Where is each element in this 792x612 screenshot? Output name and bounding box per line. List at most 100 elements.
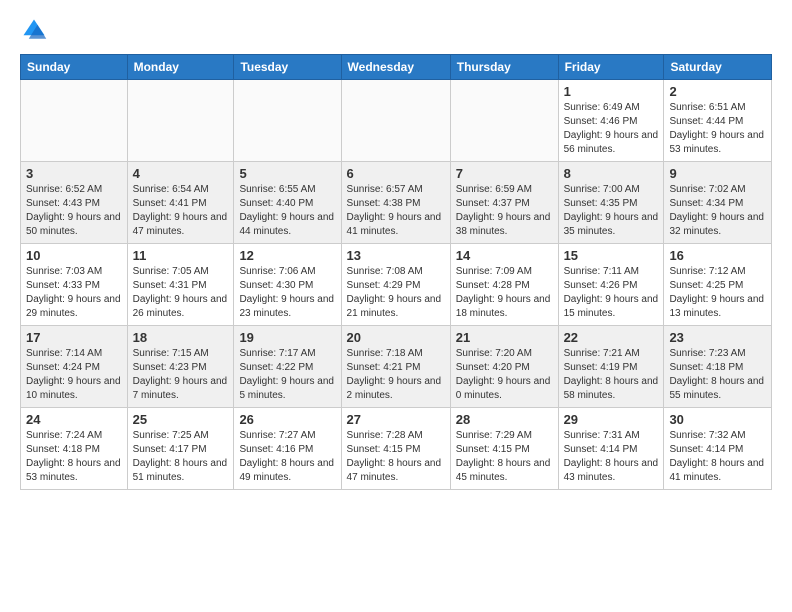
calendar-cell <box>21 80 128 162</box>
day-info: Sunrise: 7:17 AM Sunset: 4:22 PM Dayligh… <box>239 347 335 403</box>
day-info: Sunrise: 7:09 AM Sunset: 4:28 PM Dayligh… <box>456 265 553 321</box>
calendar-cell <box>234 80 341 162</box>
calendar-week-1: 1 Sunrise: 6:49 AM Sunset: 4:46 PM Daylig… <box>21 80 772 162</box>
day-info: Sunrise: 7:23 AM Sunset: 4:18 PM Dayligh… <box>669 347 766 403</box>
day-number: 7 <box>456 166 553 181</box>
day-number: 18 <box>133 330 229 345</box>
day-info: Sunrise: 6:54 AM Sunset: 4:41 PM Dayligh… <box>133 183 229 239</box>
calendar-cell: 22 Sunrise: 7:21 AM Sunset: 4:19 PM Dayli… <box>558 326 664 408</box>
day-info: Sunrise: 7:27 AM Sunset: 4:16 PM Dayligh… <box>239 429 335 485</box>
calendar-cell: 4 Sunrise: 6:54 AM Sunset: 4:41 PM Daylig… <box>127 162 234 244</box>
day-info: Sunrise: 7:28 AM Sunset: 4:15 PM Dayligh… <box>347 429 445 485</box>
calendar-cell: 27 Sunrise: 7:28 AM Sunset: 4:15 PM Dayli… <box>341 408 450 490</box>
calendar-cell: 23 Sunrise: 7:23 AM Sunset: 4:18 PM Dayli… <box>664 326 772 408</box>
day-number: 30 <box>669 412 766 427</box>
day-info: Sunrise: 7:14 AM Sunset: 4:24 PM Dayligh… <box>26 347 122 403</box>
calendar-cell: 29 Sunrise: 7:31 AM Sunset: 4:14 PM Dayli… <box>558 408 664 490</box>
day-info: Sunrise: 7:21 AM Sunset: 4:19 PM Dayligh… <box>564 347 659 403</box>
calendar-cell <box>127 80 234 162</box>
day-number: 24 <box>26 412 122 427</box>
calendar-cell: 16 Sunrise: 7:12 AM Sunset: 4:25 PM Dayli… <box>664 244 772 326</box>
calendar-cell: 24 Sunrise: 7:24 AM Sunset: 4:18 PM Dayli… <box>21 408 128 490</box>
day-info: Sunrise: 6:49 AM Sunset: 4:46 PM Dayligh… <box>564 101 659 157</box>
calendar-cell: 25 Sunrise: 7:25 AM Sunset: 4:17 PM Dayli… <box>127 408 234 490</box>
day-info: Sunrise: 7:15 AM Sunset: 4:23 PM Dayligh… <box>133 347 229 403</box>
day-info: Sunrise: 7:18 AM Sunset: 4:21 PM Dayligh… <box>347 347 445 403</box>
day-info: Sunrise: 6:52 AM Sunset: 4:43 PM Dayligh… <box>26 183 122 239</box>
day-number: 11 <box>133 248 229 263</box>
calendar-table: SundayMondayTuesdayWednesdayThursdayFrid… <box>20 54 772 490</box>
calendar-cell: 11 Sunrise: 7:05 AM Sunset: 4:31 PM Dayli… <box>127 244 234 326</box>
day-number: 23 <box>669 330 766 345</box>
day-info: Sunrise: 7:20 AM Sunset: 4:20 PM Dayligh… <box>456 347 553 403</box>
weekday-header-wednesday: Wednesday <box>341 55 450 80</box>
day-number: 9 <box>669 166 766 181</box>
day-number: 15 <box>564 248 659 263</box>
day-info: Sunrise: 7:12 AM Sunset: 4:25 PM Dayligh… <box>669 265 766 321</box>
day-number: 2 <box>669 84 766 99</box>
day-number: 12 <box>239 248 335 263</box>
calendar-cell: 19 Sunrise: 7:17 AM Sunset: 4:22 PM Dayli… <box>234 326 341 408</box>
day-number: 1 <box>564 84 659 99</box>
calendar-week-3: 10 Sunrise: 7:03 AM Sunset: 4:33 PM Dayli… <box>21 244 772 326</box>
day-number: 17 <box>26 330 122 345</box>
day-info: Sunrise: 7:31 AM Sunset: 4:14 PM Dayligh… <box>564 429 659 485</box>
day-info: Sunrise: 6:57 AM Sunset: 4:38 PM Dayligh… <box>347 183 445 239</box>
calendar-cell: 3 Sunrise: 6:52 AM Sunset: 4:43 PM Daylig… <box>21 162 128 244</box>
calendar-week-4: 17 Sunrise: 7:14 AM Sunset: 4:24 PM Dayli… <box>21 326 772 408</box>
day-number: 8 <box>564 166 659 181</box>
day-number: 5 <box>239 166 335 181</box>
logo <box>20 16 52 44</box>
day-number: 19 <box>239 330 335 345</box>
day-number: 4 <box>133 166 229 181</box>
day-info: Sunrise: 6:59 AM Sunset: 4:37 PM Dayligh… <box>456 183 553 239</box>
day-info: Sunrise: 7:29 AM Sunset: 4:15 PM Dayligh… <box>456 429 553 485</box>
calendar-cell: 14Sunrise: 7:09 AM Sunset: 4:28 PM Dayli… <box>450 244 558 326</box>
logo-icon <box>20 16 48 44</box>
day-number: 20 <box>347 330 445 345</box>
calendar-cell <box>450 80 558 162</box>
day-number: 3 <box>26 166 122 181</box>
day-number: 27 <box>347 412 445 427</box>
calendar-cell: 26 Sunrise: 7:27 AM Sunset: 4:16 PM Dayli… <box>234 408 341 490</box>
day-number: 25 <box>133 412 229 427</box>
calendar-cell: 28 Sunrise: 7:29 AM Sunset: 4:15 PM Dayli… <box>450 408 558 490</box>
calendar-cell: 18 Sunrise: 7:15 AM Sunset: 4:23 PM Dayli… <box>127 326 234 408</box>
calendar-header-row: SundayMondayTuesdayWednesdayThursdayFrid… <box>21 55 772 80</box>
day-number: 21 <box>456 330 553 345</box>
day-number: 26 <box>239 412 335 427</box>
calendar-week-5: 24 Sunrise: 7:24 AM Sunset: 4:18 PM Dayli… <box>21 408 772 490</box>
day-info: Sunrise: 7:03 AM Sunset: 4:33 PM Dayligh… <box>26 265 122 321</box>
calendar-cell: 21 Sunrise: 7:20 AM Sunset: 4:20 PM Dayli… <box>450 326 558 408</box>
day-info: Sunrise: 7:06 AM Sunset: 4:30 PM Dayligh… <box>239 265 335 321</box>
calendar-cell <box>341 80 450 162</box>
calendar-cell: 5Sunrise: 6:55 AM Sunset: 4:40 PM Daylig… <box>234 162 341 244</box>
day-info: Sunrise: 7:32 AM Sunset: 4:14 PM Dayligh… <box>669 429 766 485</box>
day-info: Sunrise: 7:05 AM Sunset: 4:31 PM Dayligh… <box>133 265 229 321</box>
day-number: 28 <box>456 412 553 427</box>
calendar-cell: 6 Sunrise: 6:57 AM Sunset: 4:38 PM Daylig… <box>341 162 450 244</box>
calendar-cell: 8Sunrise: 7:00 AM Sunset: 4:35 PM Daylig… <box>558 162 664 244</box>
calendar-cell: 17 Sunrise: 7:14 AM Sunset: 4:24 PM Dayli… <box>21 326 128 408</box>
page: SundayMondayTuesdayWednesdayThursdayFrid… <box>0 0 792 506</box>
calendar-cell: 7 Sunrise: 6:59 AM Sunset: 4:37 PM Daylig… <box>450 162 558 244</box>
day-info: Sunrise: 7:24 AM Sunset: 4:18 PM Dayligh… <box>26 429 122 485</box>
day-number: 10 <box>26 248 122 263</box>
day-number: 6 <box>347 166 445 181</box>
calendar-cell: 9Sunrise: 7:02 AM Sunset: 4:34 PM Daylig… <box>664 162 772 244</box>
day-number: 22 <box>564 330 659 345</box>
calendar-cell: 10 Sunrise: 7:03 AM Sunset: 4:33 PM Dayli… <box>21 244 128 326</box>
day-number: 29 <box>564 412 659 427</box>
calendar-cell: 12 Sunrise: 7:06 AM Sunset: 4:30 PM Dayli… <box>234 244 341 326</box>
calendar-week-2: 3 Sunrise: 6:52 AM Sunset: 4:43 PM Daylig… <box>21 162 772 244</box>
calendar-cell: 15Sunrise: 7:11 AM Sunset: 4:26 PM Dayli… <box>558 244 664 326</box>
weekday-header-monday: Monday <box>127 55 234 80</box>
weekday-header-saturday: Saturday <box>664 55 772 80</box>
day-info: Sunrise: 7:08 AM Sunset: 4:29 PM Dayligh… <box>347 265 445 321</box>
weekday-header-friday: Friday <box>558 55 664 80</box>
day-number: 16 <box>669 248 766 263</box>
day-info: Sunrise: 7:25 AM Sunset: 4:17 PM Dayligh… <box>133 429 229 485</box>
calendar-cell: 30 Sunrise: 7:32 AM Sunset: 4:14 PM Dayli… <box>664 408 772 490</box>
header <box>20 16 772 44</box>
day-number: 13 <box>347 248 445 263</box>
